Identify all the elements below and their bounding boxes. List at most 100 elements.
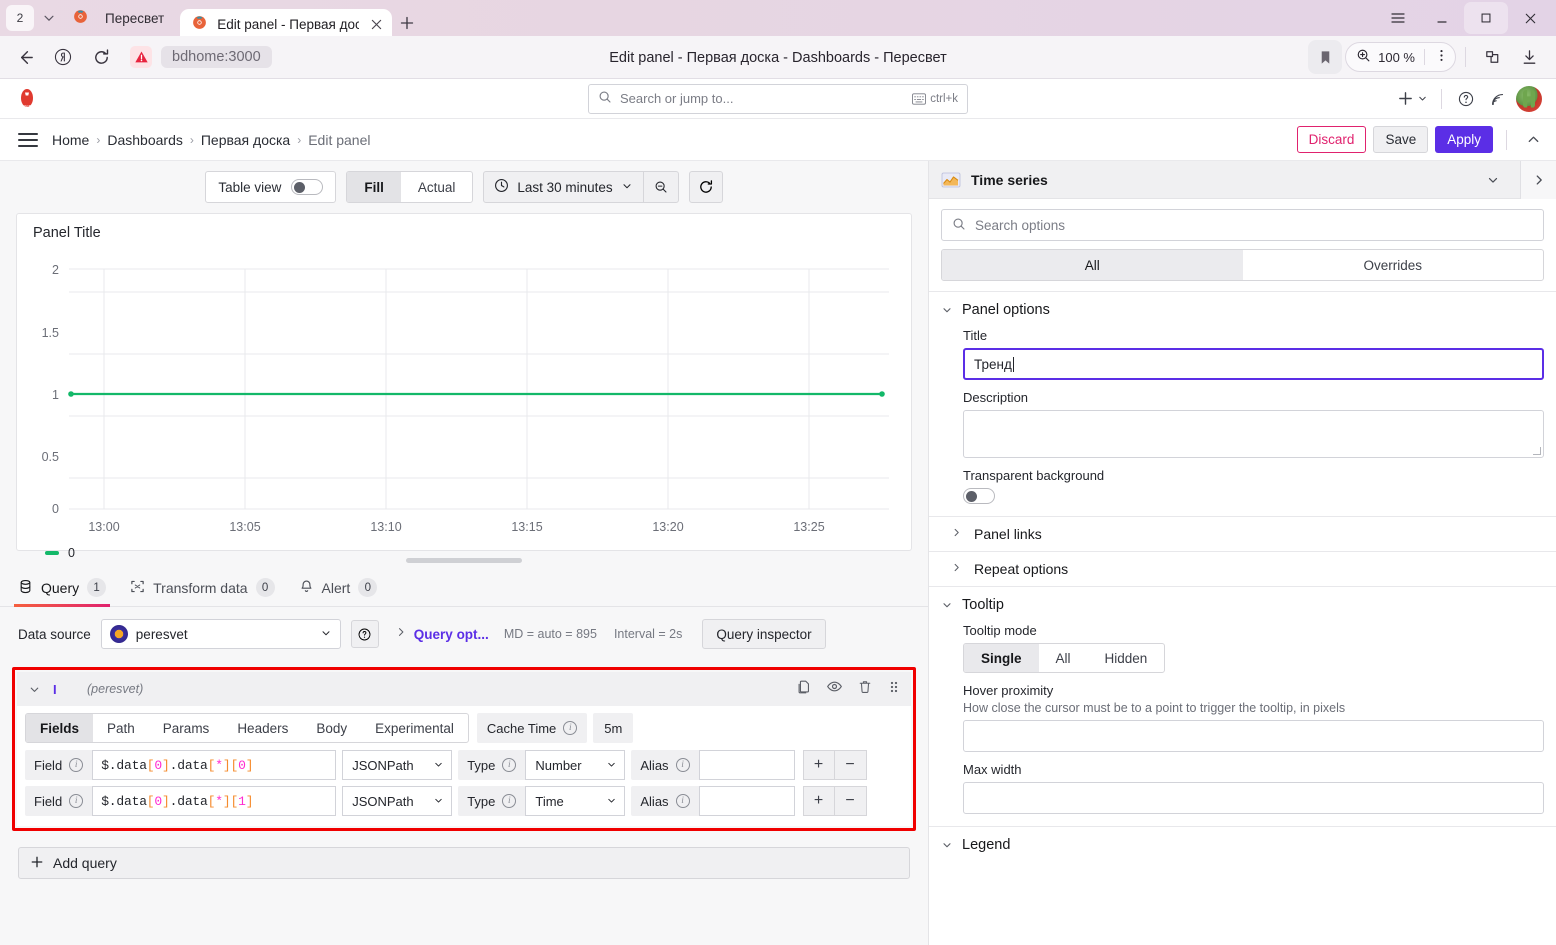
- field-language-select[interactable]: JSONPath: [342, 750, 453, 780]
- tab-alert[interactable]: Alert 0: [299, 569, 378, 607]
- extensions-icon[interactable]: [1475, 40, 1509, 74]
- field-expression-input[interactable]: $.data[0] .data[*][1]: [92, 786, 337, 816]
- field-type-select[interactable]: Number: [525, 750, 626, 780]
- visualization-picker[interactable]: Time series: [929, 160, 1556, 199]
- query-options[interactable]: Query opt... MD = auto = 895 Interval = …: [395, 625, 682, 643]
- tooltip-mode-segmented[interactable]: Single All Hidden: [963, 643, 1166, 673]
- collapse-header-icon[interactable]: [1520, 127, 1546, 153]
- download-icon[interactable]: [1512, 40, 1546, 74]
- time-range-button[interactable]: Last 30 minutes: [484, 172, 642, 202]
- info-icon[interactable]: i: [675, 758, 690, 772]
- field-type-select[interactable]: Time: [525, 786, 626, 816]
- save-button[interactable]: Save: [1373, 126, 1429, 153]
- help-icon[interactable]: [1452, 85, 1480, 113]
- tooltip-mode-hidden[interactable]: Hidden: [1088, 644, 1165, 672]
- close-icon[interactable]: [368, 16, 384, 32]
- tab-counter[interactable]: 2: [6, 5, 34, 31]
- chevron-down-icon[interactable]: [1476, 173, 1510, 187]
- more-vertical-icon[interactable]: [1434, 48, 1449, 66]
- maximize-icon[interactable]: [1464, 2, 1508, 34]
- add-new-button[interactable]: [1394, 85, 1431, 113]
- trash-icon[interactable]: [857, 679, 873, 700]
- time-range-picker[interactable]: Last 30 minutes: [483, 171, 679, 203]
- remove-field-button[interactable]: −: [834, 750, 867, 780]
- fill-actual-segmented[interactable]: Fill Actual: [346, 171, 474, 203]
- tab-overrides[interactable]: Overrides: [1243, 250, 1544, 280]
- info-icon[interactable]: i: [69, 758, 84, 772]
- actual-option[interactable]: Actual: [401, 172, 473, 202]
- zoom-out-time-range-icon[interactable]: [644, 172, 678, 202]
- query-row-header[interactable]: I (peresvet): [17, 672, 911, 706]
- minimize-icon[interactable]: [1420, 2, 1464, 34]
- tooltip-mode-all[interactable]: All: [1039, 644, 1088, 672]
- field-expression-input[interactable]: $.data[0] .data[*][0]: [92, 750, 337, 780]
- tooltip-mode-single[interactable]: Single: [964, 644, 1039, 672]
- query-tab-body[interactable]: Body: [302, 714, 361, 742]
- tab-all[interactable]: All: [942, 250, 1243, 280]
- query-tab-fields[interactable]: Fields: [26, 714, 94, 742]
- query-tab-experimental[interactable]: Experimental: [361, 714, 468, 742]
- breadcrumb-item-home[interactable]: Home: [52, 132, 89, 148]
- query-tab-params[interactable]: Params: [149, 714, 224, 742]
- info-icon[interactable]: i: [563, 721, 578, 735]
- url-text[interactable]: bdhome:3000: [161, 46, 272, 68]
- add-field-button[interactable]: +: [802, 750, 835, 780]
- info-icon[interactable]: i: [502, 758, 517, 772]
- hamburger-menu-icon[interactable]: [1376, 2, 1420, 34]
- menu-toggle-icon[interactable]: [14, 126, 42, 154]
- table-view-switch[interactable]: [291, 179, 324, 195]
- tooltip-header[interactable]: Tooltip: [941, 597, 1544, 613]
- options-filter-tabs[interactable]: All Overrides: [941, 249, 1544, 281]
- browser-tab-active[interactable]: Edit panel - Первая дос: [180, 9, 393, 39]
- eye-icon[interactable]: [826, 678, 843, 700]
- add-field-button[interactable]: +: [802, 786, 835, 816]
- expand-options-pane-icon[interactable]: [1520, 160, 1556, 199]
- bookmark-icon[interactable]: [1308, 40, 1343, 74]
- query-options-label[interactable]: Query opt...: [414, 627, 489, 642]
- datasource-select[interactable]: peresvet: [100, 619, 341, 649]
- table-view-toggle[interactable]: Table view: [205, 171, 337, 203]
- warning-icon[interactable]: [130, 46, 152, 68]
- alias-input[interactable]: [698, 786, 795, 816]
- drag-handle-icon[interactable]: [887, 679, 901, 700]
- max-width-input[interactable]: [963, 782, 1544, 814]
- panel-options-header[interactable]: Panel options: [941, 302, 1544, 318]
- panel-links-row[interactable]: Panel links: [929, 516, 1556, 551]
- refresh-button[interactable]: [688, 171, 723, 203]
- query-tab-path[interactable]: Path: [93, 714, 149, 742]
- breadcrumb-item-dashboards[interactable]: Dashboards: [107, 132, 183, 148]
- transparent-background-toggle[interactable]: [963, 488, 995, 504]
- panel-resize-handle[interactable]: [0, 551, 928, 569]
- tab-transform-data[interactable]: Transform data 0: [130, 569, 275, 607]
- field-language-select[interactable]: JSONPath: [342, 786, 453, 816]
- remove-field-button[interactable]: −: [834, 786, 867, 816]
- close-icon[interactable]: [1508, 2, 1552, 34]
- news-feed-icon[interactable]: [1484, 85, 1512, 113]
- legend-header[interactable]: Legend: [941, 837, 1544, 853]
- options-scroll-area[interactable]: Panel options Title Тренд Description Tr…: [929, 281, 1556, 945]
- yandex-logo-icon[interactable]: [46, 40, 80, 74]
- panel-description-textarea[interactable]: [963, 410, 1544, 458]
- time-series-chart[interactable]: 2 1.5 1 0.5 0 13:00 13:05 13:10 13:15 13…: [27, 247, 901, 543]
- tab-query[interactable]: Query 1: [13, 569, 111, 607]
- grafana-logo-icon[interactable]: ПЕРЕСВЕТ: [14, 86, 40, 112]
- info-icon[interactable]: i: [675, 794, 690, 808]
- new-tab-button[interactable]: [392, 8, 422, 38]
- chevron-down-icon[interactable]: [36, 5, 62, 31]
- query-tab-headers[interactable]: Headers: [223, 714, 302, 742]
- zoom-control[interactable]: 100 %: [1345, 42, 1456, 72]
- discard-button[interactable]: Discard: [1296, 126, 1367, 153]
- address-bar[interactable]: bdhome:3000: [124, 41, 284, 73]
- info-icon[interactable]: i: [69, 794, 84, 808]
- chevron-down-icon[interactable]: [23, 683, 45, 696]
- hover-proximity-input[interactable]: [963, 720, 1544, 752]
- add-query-button[interactable]: Add query: [18, 847, 910, 879]
- avatar[interactable]: [1516, 85, 1542, 112]
- browser-tab-background[interactable]: Пересвет: [62, 0, 180, 36]
- alias-input[interactable]: [698, 750, 795, 780]
- repeat-options-row[interactable]: Repeat options: [929, 551, 1556, 586]
- datasource-help-icon[interactable]: [350, 620, 379, 648]
- global-search-input[interactable]: Search or jump to... ctrl+k: [588, 83, 968, 114]
- query-name[interactable]: I: [53, 682, 67, 697]
- back-arrow-icon[interactable]: [8, 40, 42, 74]
